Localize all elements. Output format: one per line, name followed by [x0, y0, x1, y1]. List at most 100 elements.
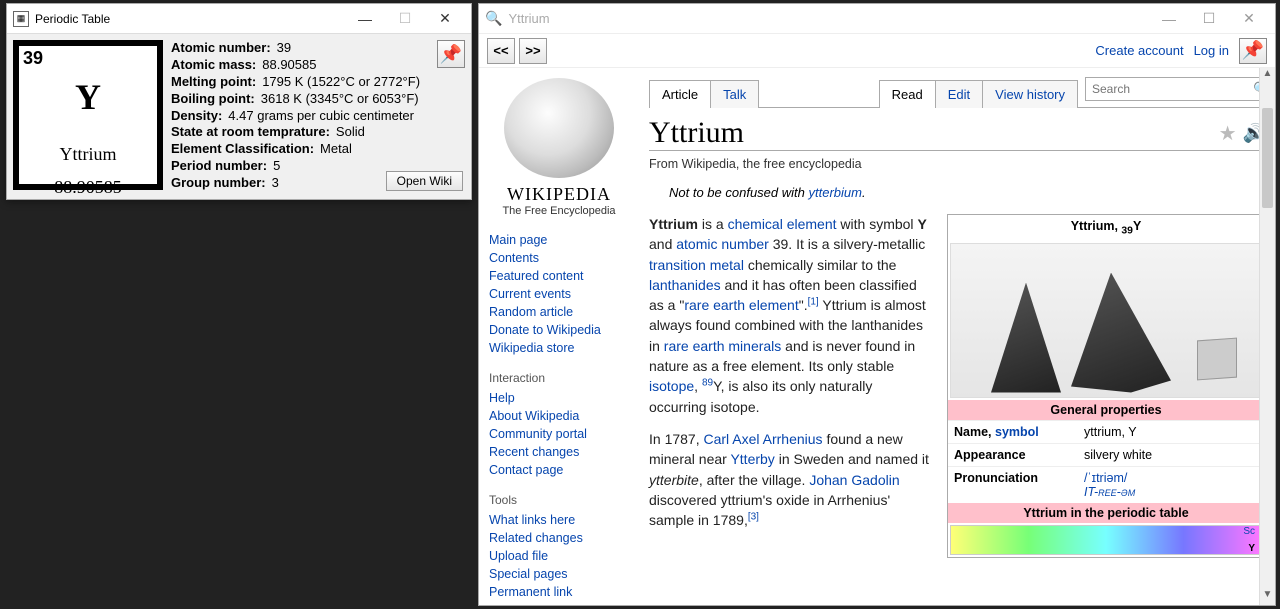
pin-button[interactable]: 📌 [1239, 38, 1267, 64]
create-account-link[interactable]: Create account [1095, 43, 1183, 58]
pt-titlebar: ▦ Periodic Table — ☐ ✕ [7, 4, 471, 34]
sidebar-link[interactable]: Permanent link [489, 583, 629, 601]
period-label: Period number: [171, 158, 267, 175]
infobox-appearance-key: Appearance [948, 444, 1078, 466]
boiling-label: Boiling point: [171, 91, 255, 108]
element-number: 39 [23, 48, 43, 69]
atomic-mass-label: Atomic mass: [171, 57, 256, 74]
period-value: 5 [273, 158, 280, 175]
sidebar-link[interactable]: Related changes [489, 529, 629, 547]
sidebar-link[interactable]: Main page [489, 231, 629, 249]
infobox-section-general: General properties [948, 400, 1264, 420]
link-transition-metal[interactable]: transition metal [649, 257, 744, 273]
boiling-value: 3618 K (3345°C or 6053°F) [261, 91, 419, 108]
infobox-title: Yttrium, 39Y [948, 215, 1264, 241]
log-in-link[interactable]: Log in [1194, 43, 1229, 58]
sidebar-link[interactable]: Random article [489, 303, 629, 321]
wiki-titlebar: 🔍 Yttrium — ☐ ✕ [479, 4, 1275, 34]
nav-back-button[interactable]: << [487, 38, 515, 64]
sidebar-link[interactable]: Recent changes [489, 443, 629, 461]
nav-head-interaction: Interaction [489, 371, 629, 385]
sidebar-link[interactable]: Featured content [489, 267, 629, 285]
pin-icon: 📌 [440, 44, 462, 65]
pin-icon: 📌 [1242, 40, 1264, 61]
sidebar-link[interactable]: What links here [489, 511, 629, 529]
infobox-name-val: yttrium, Y [1078, 421, 1264, 443]
tab-history[interactable]: View history [982, 80, 1078, 108]
link-arrhenius[interactable]: Carl Axel Arrhenius [704, 431, 823, 447]
search-icon: 🔍 [485, 10, 502, 27]
sidebar-link[interactable]: Donate to Wikipedia [489, 321, 629, 339]
sidebar-link[interactable]: Community portal [489, 425, 629, 443]
element-mass: 88.90585 [19, 177, 157, 198]
wiki-toolbar: << >> Create account Log in 📌 [479, 34, 1275, 68]
wp-logo[interactable]: WIKIPEDIA The Free Encyclopedia [489, 78, 629, 217]
search-input[interactable] [1086, 82, 1253, 96]
class-label: Element Classification: [171, 141, 314, 158]
periodic-table-window: ▦ Periodic Table — ☐ ✕ 39 Y Yttrium 88.9… [6, 3, 472, 200]
wp-nav-tools: Tools What links hereRelated changesUplo… [489, 493, 629, 601]
star-icon[interactable]: ★ [1219, 121, 1237, 146]
sidebar-link[interactable]: Special pages [489, 565, 629, 583]
link-gadolin[interactable]: Johan Gadolin [809, 472, 899, 488]
link-isotope[interactable]: isotope [649, 378, 694, 394]
scroll-up-icon[interactable]: ▲ [1260, 68, 1275, 84]
wp-nav-main: Main pageContentsFeatured contentCurrent… [489, 231, 629, 357]
scrollbar[interactable]: ▲ ▼ [1259, 68, 1275, 605]
pin-button[interactable]: 📌 [437, 40, 465, 68]
sidebar-link[interactable]: Contact page [489, 461, 629, 479]
tab-read[interactable]: Read [879, 80, 936, 108]
sidebar-link[interactable]: Upload file [489, 547, 629, 565]
link-ytterby[interactable]: Ytterby [730, 451, 774, 467]
infobox-pt-strip[interactable]: Sc Y [950, 525, 1262, 555]
wiki-window: 🔍 Yttrium — ☐ ✕ << >> Create account Log… [478, 3, 1276, 606]
wiki-content: WIKIPEDIA The Free Encyclopedia Main pag… [479, 68, 1275, 605]
minimize-button[interactable]: — [345, 7, 385, 31]
wp-tagline: The Free Encyclopedia [489, 205, 629, 217]
sidebar-link[interactable]: Wikipedia store [489, 339, 629, 357]
link-rare-earth-minerals[interactable]: rare earth minerals [664, 338, 782, 354]
properties-panel: 📌 Atomic number:39 Atomic mass:88.90585 … [171, 40, 465, 193]
ref-3[interactable]: [3] [748, 512, 759, 523]
sidebar-link[interactable]: Current events [489, 285, 629, 303]
sidebar-link[interactable]: Contents [489, 249, 629, 267]
article-heading: Yttrium [649, 116, 1219, 150]
close-button[interactable]: ✕ [425, 7, 465, 31]
sidebar-link[interactable]: Help [489, 389, 629, 407]
wp-main: Article Talk Read Edit View history 🔍 Yt… [639, 68, 1275, 605]
maximize-button[interactable]: ☐ [1189, 7, 1229, 31]
link-atomic-number[interactable]: atomic number [676, 236, 769, 252]
state-label: State at room temprature: [171, 124, 330, 141]
maximize-button: ☐ [385, 7, 425, 31]
tab-article[interactable]: Article [649, 80, 711, 108]
minimize-button[interactable]: — [1149, 7, 1189, 31]
scroll-thumb[interactable] [1262, 108, 1273, 208]
link-rare-earth[interactable]: rare earth element [684, 297, 798, 313]
infobox-pron-val: /ˈɪtriəm/IT-ree-əm [1078, 467, 1264, 503]
melting-value: 1795 K (1522°C or 2772°F) [262, 74, 420, 91]
class-value: Metal [320, 141, 352, 158]
link-chemical-element[interactable]: chemical element [728, 216, 837, 232]
density-label: Density: [171, 108, 222, 125]
open-wiki-button[interactable]: Open Wiki [386, 171, 463, 191]
element-name: Yttrium [19, 144, 157, 165]
app-icon: ▦ [13, 11, 29, 27]
infobox-image[interactable] [950, 243, 1262, 398]
tab-talk[interactable]: Talk [710, 80, 759, 108]
link-lanthanides[interactable]: lanthanides [649, 277, 721, 293]
close-button[interactable]: ✕ [1229, 7, 1269, 31]
group-value: 3 [272, 175, 279, 192]
ref-1[interactable]: [1] [808, 297, 819, 308]
nav-forward-button[interactable]: >> [519, 38, 547, 64]
scroll-down-icon[interactable]: ▼ [1260, 589, 1275, 605]
nav-head-tools: Tools [489, 493, 629, 507]
element-tile: 39 Y Yttrium 88.90585 [13, 40, 163, 190]
search-box[interactable]: 🔍 [1085, 77, 1265, 101]
wp-nav-interaction: Interaction HelpAbout WikipediaCommunity… [489, 371, 629, 479]
density-value: 4.47 grams per cubic centimeter [228, 108, 414, 125]
hatnote-link[interactable]: ytterbium [808, 185, 861, 200]
tab-edit[interactable]: Edit [935, 80, 983, 108]
sidebar-link[interactable]: About Wikipedia [489, 407, 629, 425]
infobox-appearance-val: silvery white [1078, 444, 1264, 466]
wiki-window-title: Yttrium [508, 11, 1149, 26]
